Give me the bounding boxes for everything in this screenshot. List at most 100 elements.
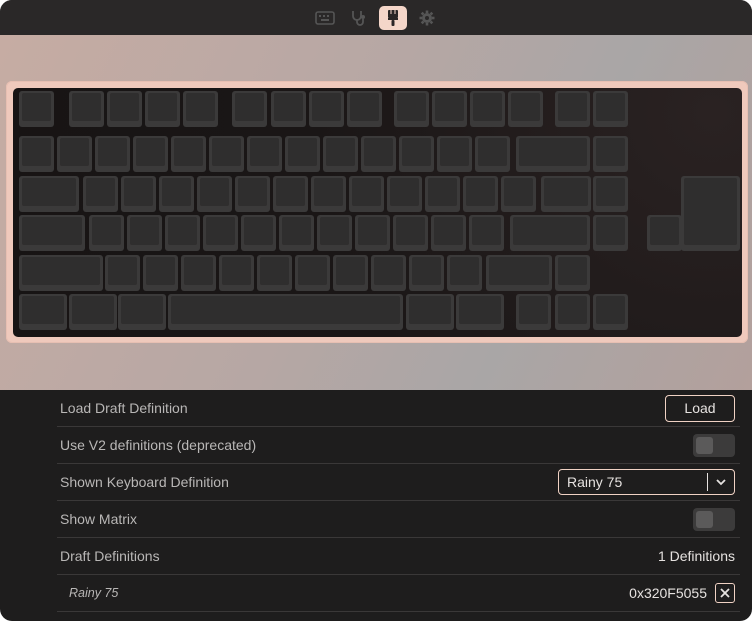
- shown-definition-label: Shown Keyboard Definition: [60, 474, 229, 490]
- keycap: [285, 136, 320, 172]
- keycap: [371, 255, 406, 291]
- keycap: [470, 91, 505, 127]
- draft-item-id: 0x320F5055: [629, 585, 707, 601]
- keycap: [197, 176, 232, 212]
- keycap: [333, 255, 368, 291]
- keycap: [69, 91, 104, 127]
- keycap: [171, 136, 206, 172]
- row-draft-definitions: Draft Definitions 1 Definitions: [57, 538, 740, 575]
- keycap: [349, 176, 384, 212]
- keycap: [355, 215, 390, 251]
- keycap: [510, 215, 590, 251]
- keycap: [593, 294, 628, 330]
- keycap: [145, 91, 180, 127]
- keycap: [19, 91, 54, 127]
- keycap: [279, 215, 314, 251]
- keycap: [681, 176, 740, 251]
- row-v2-definitions: Use V2 definitions (deprecated): [57, 427, 740, 464]
- keycap: [107, 91, 142, 127]
- keycap: [555, 91, 590, 127]
- keycap: [541, 176, 591, 212]
- keycap: [456, 294, 504, 330]
- keycap: [203, 215, 238, 251]
- keycap: [219, 255, 254, 291]
- keycap: [232, 91, 267, 127]
- keycap: [83, 176, 118, 212]
- keycap: [361, 136, 396, 172]
- keycap: [387, 176, 422, 212]
- keycap: [247, 136, 282, 172]
- draft-definitions-count: 1 Definitions: [657, 548, 735, 564]
- keycap: [133, 136, 168, 172]
- keycap: [406, 294, 454, 330]
- keycap: [257, 255, 292, 291]
- shown-definition-select[interactable]: Rainy 75: [558, 469, 735, 495]
- keycap: [127, 215, 162, 251]
- keycap: [118, 294, 166, 330]
- keycap: [501, 176, 536, 212]
- close-icon: [720, 588, 730, 598]
- keycap: [447, 255, 482, 291]
- keycap: [159, 176, 194, 212]
- show-matrix-label: Show Matrix: [60, 511, 138, 527]
- draft-definitions-label: Draft Definitions: [60, 548, 160, 564]
- load-button[interactable]: Load: [665, 394, 735, 422]
- row-shown-definition: Shown Keyboard Definition Rainy 75: [57, 464, 740, 501]
- keycap: [311, 176, 346, 212]
- keycap: [469, 215, 504, 251]
- keycap: [425, 176, 460, 212]
- settings-panel: Load Draft Definition Load Use V2 defini…: [57, 390, 740, 612]
- keycap: [409, 255, 444, 291]
- remove-draft-button[interactable]: [715, 583, 735, 603]
- draft-item-actions: 0x320F5055: [629, 583, 735, 603]
- keycap: [273, 176, 308, 212]
- keycap: [593, 215, 628, 251]
- toggle-knob: [696, 510, 713, 528]
- keycap: [19, 294, 67, 330]
- keycap: [168, 294, 403, 330]
- keycap: [516, 136, 590, 172]
- draft-item-name: Rainy 75: [69, 586, 119, 600]
- keycap: [89, 215, 124, 251]
- toggle-knob: [696, 436, 713, 454]
- keycap: [516, 294, 551, 330]
- keycap: [432, 91, 467, 127]
- keycap: [19, 136, 54, 172]
- keycap: [399, 136, 434, 172]
- keycap: [295, 255, 330, 291]
- keycap: [19, 176, 79, 212]
- keycap: [209, 136, 244, 172]
- keycap: [181, 255, 216, 291]
- keycap: [143, 255, 178, 291]
- keycap: [309, 91, 344, 127]
- keycap: [647, 215, 682, 251]
- selected-definition: Rainy 75: [567, 474, 623, 490]
- keycap: [241, 215, 276, 251]
- keycap: [121, 176, 156, 212]
- keycap: [437, 136, 472, 172]
- keycap: [271, 91, 306, 127]
- keycap: [593, 91, 628, 127]
- keycap: [555, 294, 590, 330]
- app-window: Load Draft Definition Load Use V2 defini…: [0, 0, 752, 621]
- v2-definitions-label: Use V2 definitions (deprecated): [60, 437, 257, 453]
- keycap: [165, 215, 200, 251]
- row-show-matrix: Show Matrix: [57, 501, 740, 538]
- keycap: [486, 255, 552, 291]
- keycap: [317, 215, 352, 251]
- keycap: [593, 176, 628, 212]
- show-matrix-toggle[interactable]: [693, 507, 735, 531]
- keycap: [508, 91, 543, 127]
- v2-definitions-toggle[interactable]: [693, 433, 735, 457]
- keycap: [593, 136, 628, 172]
- keycap: [431, 215, 466, 251]
- keycap: [555, 255, 590, 291]
- keycap: [235, 176, 270, 212]
- keycap: [19, 215, 85, 251]
- keycap: [347, 91, 382, 127]
- chevron-down-icon: [707, 473, 734, 491]
- row-load-draft: Load Draft Definition Load: [57, 390, 740, 427]
- load-draft-label: Load Draft Definition: [60, 400, 188, 416]
- keycap: [394, 91, 429, 127]
- row-draft-item: Rainy 75 0x320F5055: [57, 575, 740, 612]
